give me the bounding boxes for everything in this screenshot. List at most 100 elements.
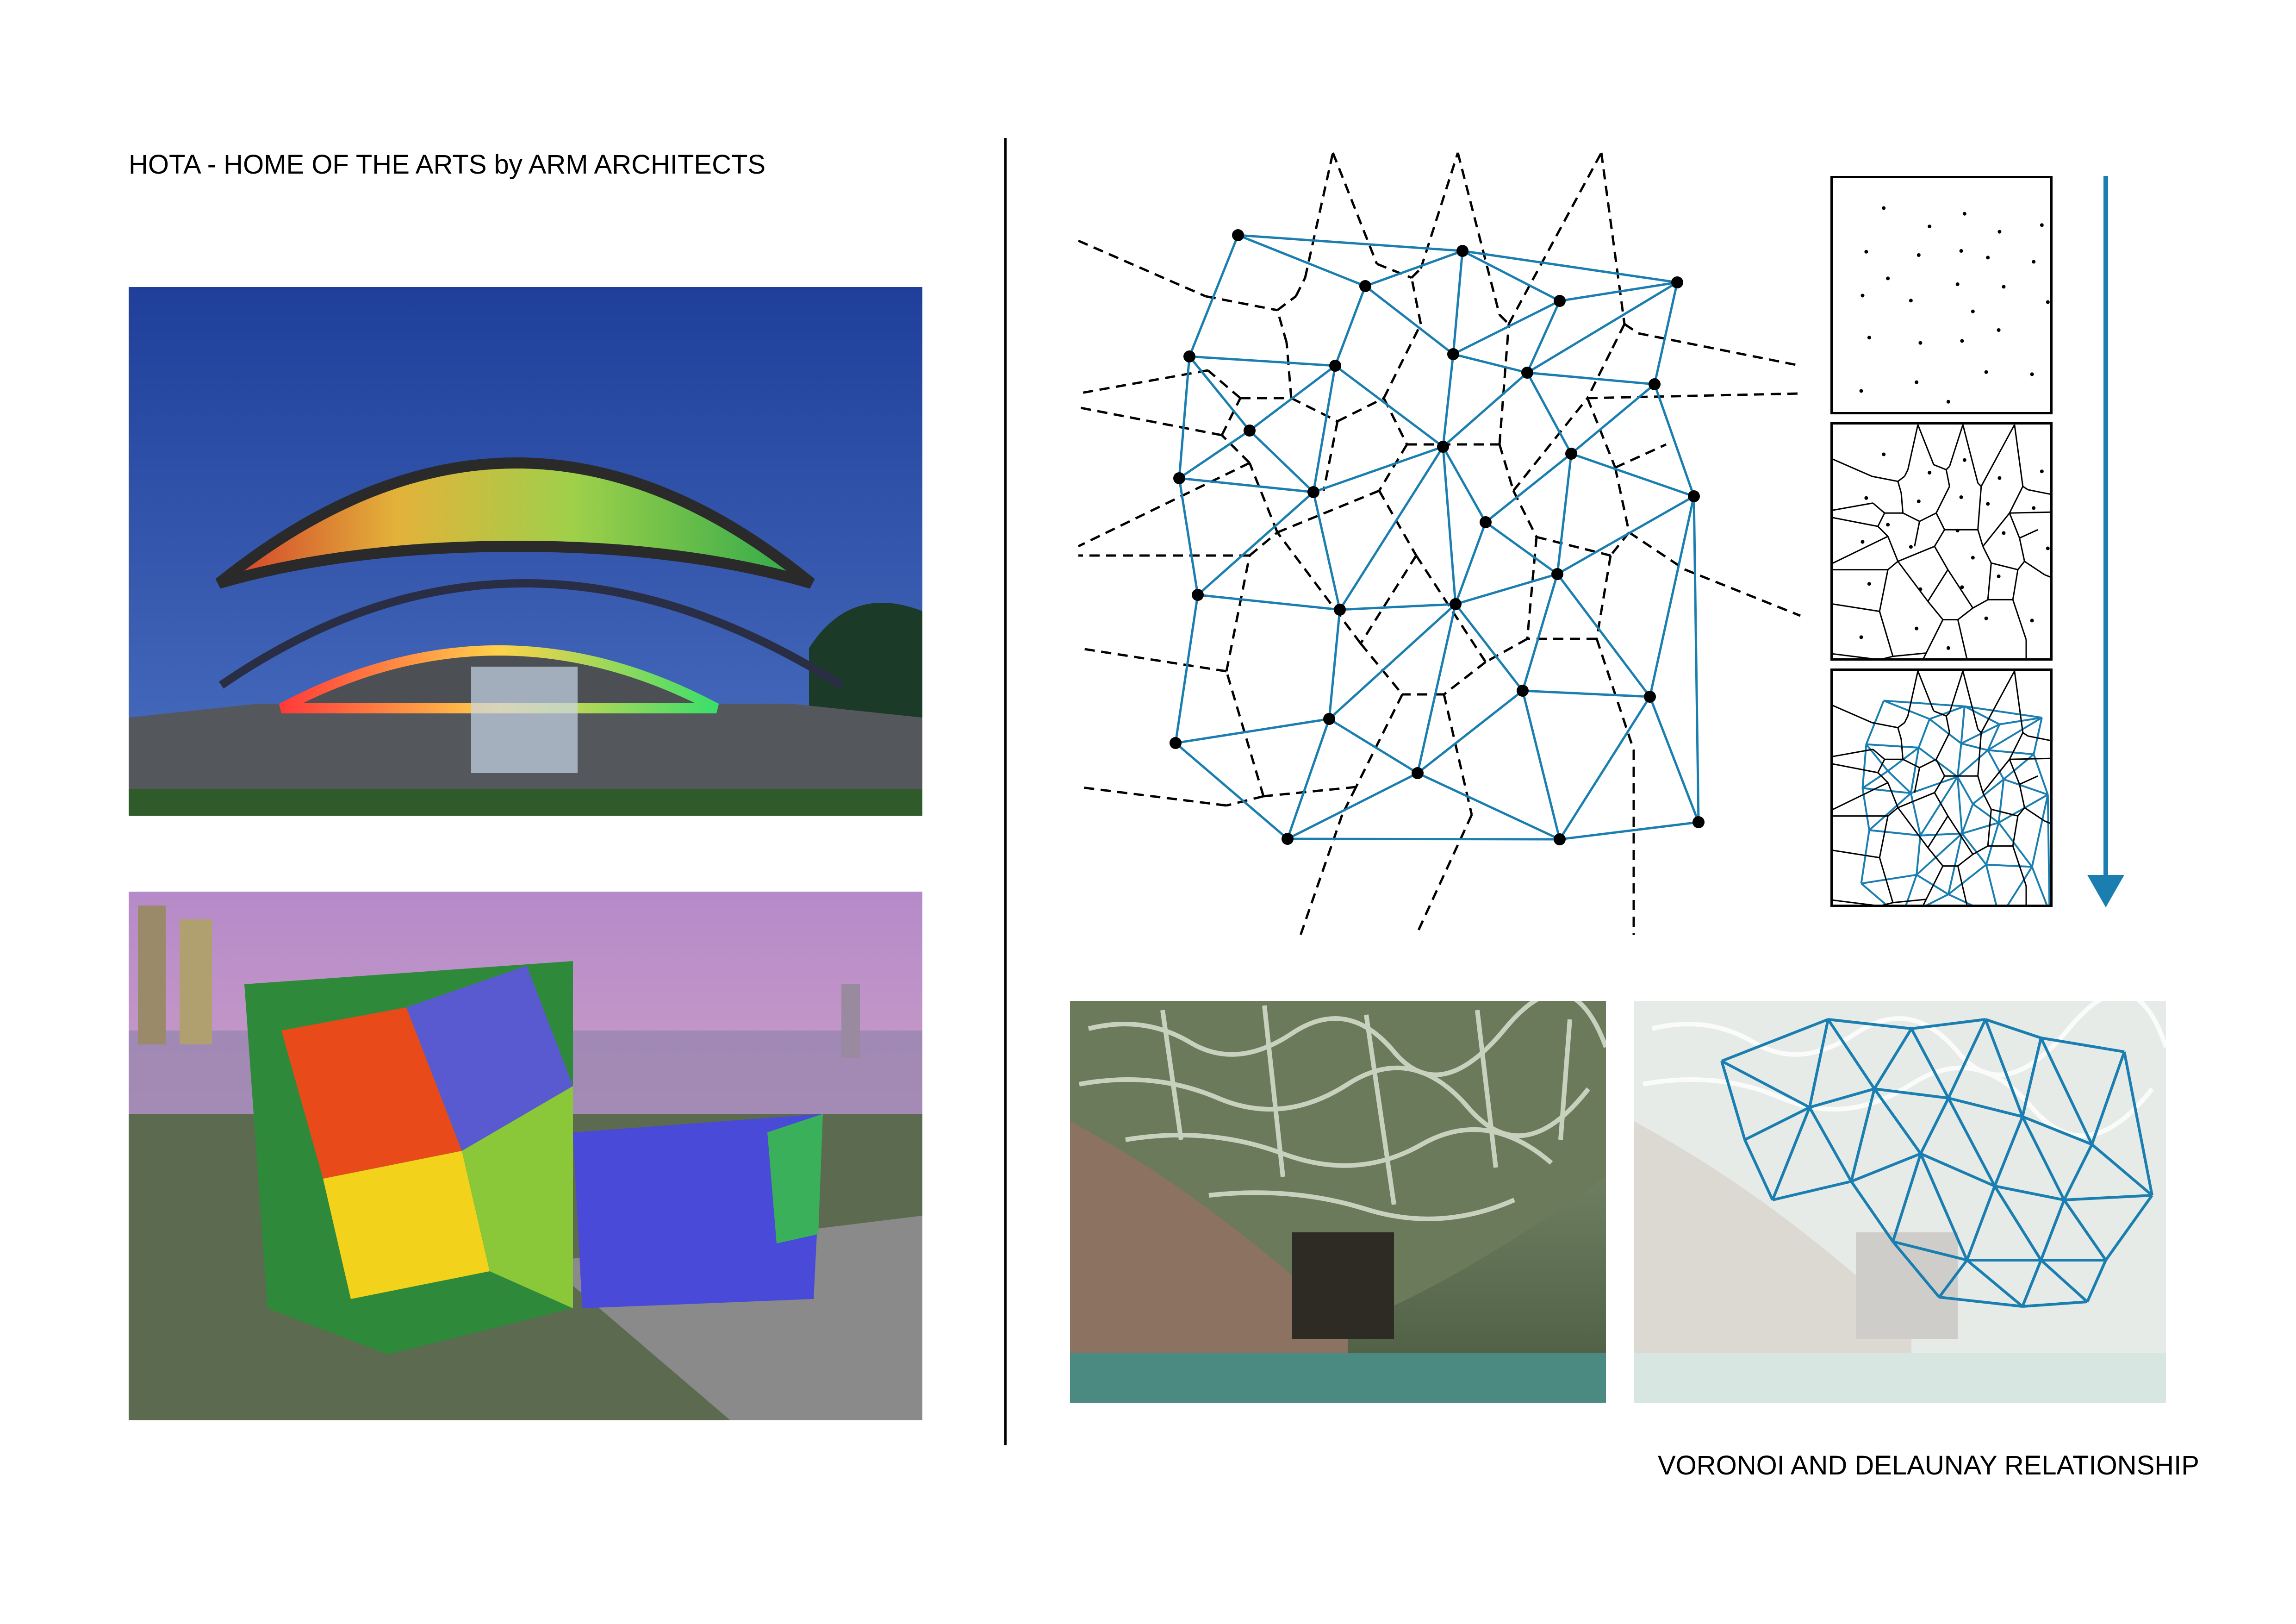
delaunay-edge <box>1527 371 1655 386</box>
mini-voronoi-edge <box>1977 529 1984 547</box>
mini-voronoi-edge <box>1987 563 1992 600</box>
mini-voronoi-edge <box>1917 671 1935 712</box>
delaunay-edge <box>1653 384 1695 497</box>
mini-point <box>2040 223 2044 227</box>
mini-voronoi-edge <box>1991 562 2018 571</box>
mini-point <box>2030 618 2034 623</box>
mini-point <box>1986 502 1990 506</box>
mini-point <box>1915 626 1919 631</box>
mini-voronoi-edge <box>2012 599 2027 640</box>
mini-point <box>1867 336 1871 340</box>
delaunay-edge <box>1452 250 1464 355</box>
delaunay-edge <box>1174 594 1199 743</box>
vertical-divider <box>1004 138 1007 1445</box>
mini-voronoi-edge <box>1833 517 1878 527</box>
seed-point <box>1329 360 1341 372</box>
mini-delaunay-edge <box>1961 803 1974 834</box>
voronoi-edge <box>1078 239 1206 298</box>
mini-voronoi-edge <box>1927 569 1949 602</box>
mini-delaunay-edge <box>1972 803 1999 824</box>
mini-voronoi-edge <box>1897 561 1929 602</box>
mini-point <box>1916 500 1921 503</box>
seed-point <box>1554 833 1566 845</box>
seed-point <box>1692 816 1705 828</box>
mini-voronoi-edge <box>1934 546 1949 570</box>
mini-delaunay-edge <box>1948 893 1973 905</box>
mini-point <box>1971 556 1975 560</box>
mini-voronoi-edge <box>2022 486 2028 491</box>
mini-point <box>1962 212 1966 216</box>
mini-voronoi-edge <box>1945 716 1950 733</box>
step-voronoi-panel <box>1830 422 2053 661</box>
delaunay-edge <box>1442 446 1487 523</box>
mini-delaunay-edge <box>1868 792 1912 831</box>
mini-voronoi-edge <box>1927 815 1949 848</box>
mini-voronoi-edge <box>2028 735 2050 742</box>
amphitheatre-photo <box>129 287 922 816</box>
seed-point <box>1173 472 1185 484</box>
delaunay-edge <box>1179 477 1314 493</box>
mini-voronoi-edge <box>1917 425 1935 465</box>
mini-point <box>1882 206 1886 210</box>
voronoi-edge <box>1586 351 1612 399</box>
seed-point <box>1282 833 1294 845</box>
mini-point <box>1918 341 1923 345</box>
delaunay-edge <box>1249 430 1314 493</box>
mini-delaunay-edge <box>1860 882 1887 905</box>
mini-voronoi-edge <box>1833 458 1873 477</box>
seed-point <box>1649 378 1661 390</box>
mini-voronoi-edge <box>1833 653 1874 658</box>
mini-delaunay-edge <box>1916 874 1949 895</box>
mini-point <box>2046 300 2050 304</box>
seed-point <box>1359 280 1371 292</box>
seed-point <box>1644 691 1656 703</box>
mini-voronoi-edge <box>1877 525 1889 537</box>
delaunay-edge <box>1452 300 1561 356</box>
mini-delaunay-edge <box>2031 866 2048 905</box>
mini-voronoi-edge <box>1972 599 1988 609</box>
mini-voronoi-edge <box>1833 536 1888 564</box>
mini-voronoi-edge <box>1947 569 1974 609</box>
voronoi-edge <box>1359 555 1418 644</box>
delaunay-edge <box>1175 718 1330 744</box>
mini-voronoi-edge <box>2022 732 2028 737</box>
mini-voronoi-edge <box>1882 656 1893 658</box>
mini-point <box>2032 260 2036 264</box>
seed-point <box>1554 295 1566 307</box>
mini-voronoi-edge <box>1879 569 1889 612</box>
mini-delaunay-edge <box>1917 718 1931 748</box>
mini-point <box>1986 256 1990 260</box>
mini-delaunay-edge <box>1961 822 1999 835</box>
mini-voronoi-edge <box>1897 722 1905 729</box>
mini-point <box>1984 370 1988 374</box>
voronoi-edge <box>1609 323 1626 353</box>
mini-voronoi-edge <box>2028 489 2050 495</box>
mini-voronoi-edge <box>1946 466 1950 470</box>
mini-voronoi-edge <box>1833 849 1880 859</box>
mini-point <box>2002 531 2006 535</box>
mini-voronoi-edge <box>2044 574 2050 578</box>
voronoi-edge <box>1684 568 1801 617</box>
mini-delaunay-edge <box>1956 743 1962 777</box>
mini-voronoi-edge <box>1982 512 2010 547</box>
mini-delaunay-edge <box>1916 832 1963 876</box>
delaunay-edge <box>1417 772 1561 841</box>
mini-voronoi-edge <box>2024 561 2045 575</box>
delaunay-edge <box>1313 445 1444 493</box>
delaunay-edge <box>1365 250 1463 287</box>
mini-voronoi-edge <box>1872 502 1885 514</box>
mini-delaunay-edge <box>1865 743 1889 772</box>
voronoi-edge <box>1512 397 1588 492</box>
mini-point <box>1997 230 2002 234</box>
mini-voronoi-edge <box>2019 537 2025 562</box>
mini-point <box>1918 587 1923 591</box>
mini-voronoi-edge <box>2009 512 2020 538</box>
mini-voronoi-edge <box>1833 502 1873 511</box>
mini-voronoi-edge <box>2009 496 2019 513</box>
mini-voronoi-edge <box>2012 816 2019 846</box>
mini-point <box>1859 389 1863 393</box>
delaunay-edge <box>1453 353 1528 374</box>
mini-delaunay-edge <box>2031 794 2049 867</box>
mini-point <box>1997 328 2001 332</box>
mini-point <box>1955 529 1960 532</box>
